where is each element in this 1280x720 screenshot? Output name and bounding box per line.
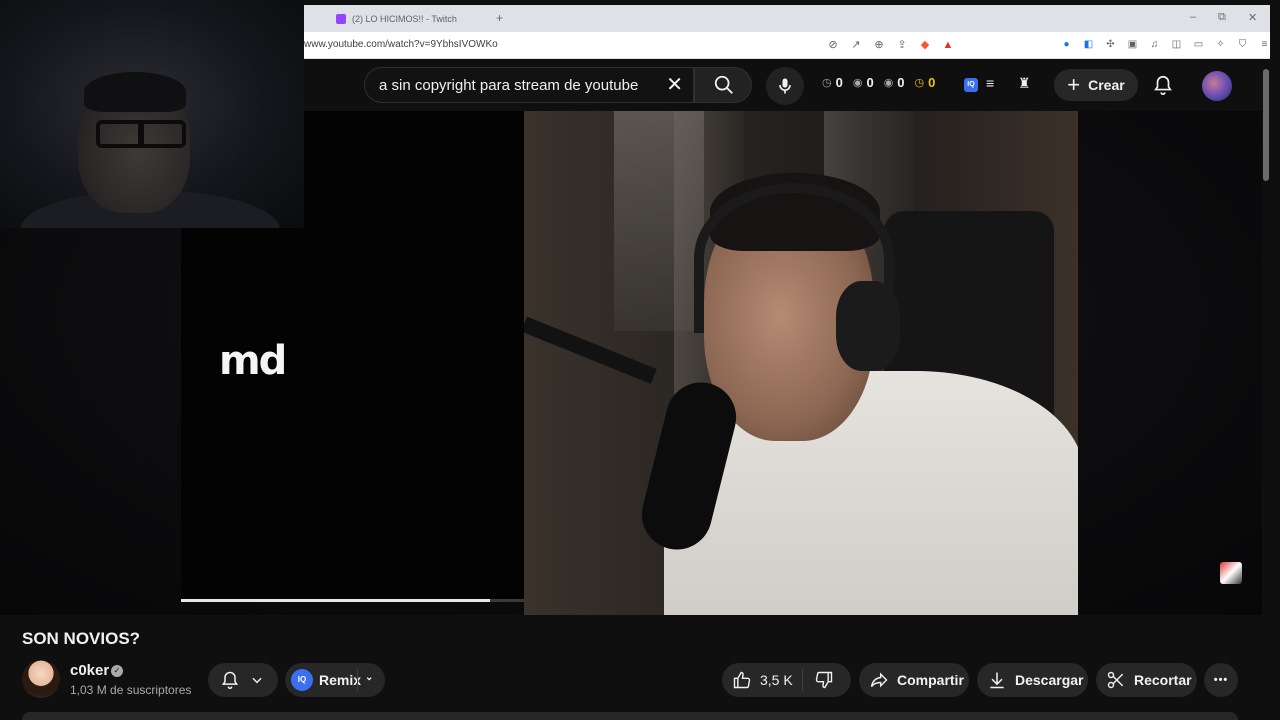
divider bbox=[357, 669, 358, 691]
thumbs-down-icon[interactable] bbox=[814, 670, 834, 690]
mic-icon bbox=[779, 78, 791, 94]
stat-item: ◷ 0 bbox=[822, 75, 843, 90]
new-tab-button[interactable]: + bbox=[496, 11, 503, 25]
queue-icon[interactable]: ≡ bbox=[986, 75, 994, 91]
more-actions-button[interactable]: ••• bbox=[1204, 663, 1238, 697]
clear-search-icon[interactable]: ✕ bbox=[666, 75, 683, 95]
extension-stats: ◷ 0 ◉ 0 ◉ 0 ◷ 0 bbox=[822, 75, 935, 90]
download-icon bbox=[990, 672, 1004, 689]
stat-item: ◷ 0 bbox=[914, 75, 936, 90]
screenshot-icon[interactable]: ▣ bbox=[1126, 38, 1139, 51]
rewards-icon[interactable]: ▲ bbox=[941, 38, 955, 52]
translate-icon[interactable]: ◧ bbox=[1082, 38, 1095, 51]
share-button[interactable]: Compartir bbox=[859, 663, 969, 697]
url-field[interactable]: www.youtube.com/watch?v=9YbhsIVOWKo bbox=[304, 39, 498, 50]
account-avatar[interactable] bbox=[1202, 71, 1232, 101]
clock-icon: ◷ bbox=[914, 77, 925, 89]
browser-tab-bar: (2) LO HICIMOS!! - Twitch + – ⧉ ✕ bbox=[304, 5, 1270, 32]
scrollbar-thumb[interactable] bbox=[1263, 69, 1269, 181]
page-scrollbar[interactable] bbox=[1262, 59, 1270, 720]
webcam-hair bbox=[84, 72, 186, 112]
share-label: Compartir bbox=[897, 672, 964, 688]
video-title: SON NOVIOS? bbox=[22, 629, 141, 648]
external-link-icon[interactable]: ↗ bbox=[849, 38, 863, 52]
notifications-bell-icon[interactable] bbox=[1152, 73, 1174, 97]
search-icon bbox=[714, 75, 733, 94]
verified-icon: ✓ bbox=[111, 665, 123, 677]
puzzle-icon[interactable]: ✣ bbox=[1104, 38, 1117, 51]
eye-icon: ◉ bbox=[852, 77, 863, 89]
create-button[interactable]: + Crear bbox=[1054, 69, 1138, 101]
like-button[interactable]: 3,5 K bbox=[722, 663, 851, 697]
progress-fill bbox=[181, 599, 490, 602]
iq-extension-button[interactable]: IQ bbox=[964, 78, 978, 92]
address-bar-icons: ⊘ ↗ ⊕ ⇪ ◆ ▲ bbox=[826, 38, 955, 52]
stat-item: ◉ 0 bbox=[883, 75, 905, 90]
more-icon: ••• bbox=[1213, 674, 1229, 686]
music-icon[interactable]: ♫ bbox=[1148, 38, 1161, 51]
subscriber-count: 1,03 M de suscriptores bbox=[70, 683, 192, 697]
search-button[interactable] bbox=[694, 67, 752, 103]
sidebar-icon[interactable]: ◫ bbox=[1170, 38, 1183, 51]
channel-avatar[interactable] bbox=[22, 660, 60, 698]
chevron-down-icon[interactable]: ⌄ bbox=[365, 672, 373, 683]
restore-button[interactable]: ⧉ bbox=[1218, 11, 1226, 24]
remix-button[interactable]: IQ Remix ⌄ bbox=[285, 663, 385, 697]
clip-button[interactable]: Recortar bbox=[1096, 663, 1197, 697]
share-icon bbox=[870, 672, 888, 688]
iq-icon: IQ bbox=[291, 669, 313, 691]
menu-icon[interactable]: ≡ bbox=[1258, 38, 1271, 51]
create-label: Crear bbox=[1088, 77, 1125, 93]
clip-label: Recortar bbox=[1134, 672, 1192, 688]
eye-off-icon[interactable]: ⊘ bbox=[826, 38, 840, 52]
voice-search-button[interactable] bbox=[766, 67, 804, 105]
close-window-button[interactable]: ✕ bbox=[1248, 11, 1257, 24]
thumbs-up-icon bbox=[733, 671, 751, 689]
description-box[interactable] bbox=[22, 712, 1238, 720]
like-count: 3,5 K bbox=[760, 672, 793, 688]
divider bbox=[802, 669, 803, 691]
remix-label: Remix bbox=[319, 672, 362, 688]
chevron-down-icon bbox=[252, 677, 262, 684]
webcam-glasses bbox=[96, 120, 186, 148]
trophy-icon[interactable]: ♜ bbox=[1018, 75, 1031, 92]
share-icon[interactable]: ⇪ bbox=[895, 38, 909, 52]
channel-watermark-icon[interactable] bbox=[1220, 562, 1242, 584]
md-overlay-logo: md bbox=[219, 338, 287, 384]
browser-address-bar: www.youtube.com/watch?v=9YbhsIVOWKo ⊘ ↗ … bbox=[304, 32, 1270, 59]
wallet-icon[interactable]: ▭ bbox=[1192, 38, 1205, 51]
vpn-icon[interactable]: ⛉ bbox=[1236, 38, 1249, 51]
search-query: a sin copyright para stream de youtube bbox=[379, 76, 639, 94]
stat-item: ◉ 0 bbox=[852, 75, 874, 90]
minimize-button[interactable]: – bbox=[1190, 11, 1196, 23]
subscription-bell-button[interactable] bbox=[208, 663, 278, 697]
streamer-webcam-overlay bbox=[0, 0, 304, 228]
extension-blue-icon[interactable]: ● bbox=[1060, 38, 1073, 51]
video-progress-bar[interactable] bbox=[181, 599, 524, 602]
screen: (2) LO HICIMOS!! - Twitch + – ⧉ ✕ www.yo… bbox=[0, 0, 1280, 720]
channel-name[interactable]: c0ker bbox=[70, 662, 109, 679]
video-camera-scene bbox=[524, 111, 1078, 615]
clock-icon: ◷ bbox=[822, 77, 832, 89]
zoom-icon[interactable]: ⊕ bbox=[872, 38, 886, 52]
search-input[interactable]: a sin copyright para stream de youtube ✕ bbox=[364, 67, 694, 103]
plus-icon: + bbox=[1067, 72, 1081, 97]
scissors-icon bbox=[1107, 671, 1124, 689]
eye-icon: ◉ bbox=[883, 77, 894, 89]
leo-icon[interactable]: ✧ bbox=[1214, 38, 1227, 51]
download-label: Descargar bbox=[1015, 672, 1084, 688]
extension-icons: ● ◧ ✣ ▣ ♫ ◫ ▭ ✧ ⛉ ≡ bbox=[1060, 38, 1271, 51]
brave-shield-icon[interactable]: ◆ bbox=[918, 38, 932, 52]
tab-title: (2) LO HICIMOS!! - Twitch bbox=[352, 14, 457, 24]
bell-icon bbox=[221, 671, 239, 690]
scene-headphone-earcup bbox=[836, 281, 900, 371]
youtube-header: a sin copyright para stream de youtube ✕… bbox=[304, 59, 1270, 111]
download-button[interactable]: Descargar bbox=[977, 663, 1088, 697]
browser-tab[interactable]: (2) LO HICIMOS!! - Twitch bbox=[326, 8, 486, 30]
twitch-icon bbox=[336, 14, 346, 24]
